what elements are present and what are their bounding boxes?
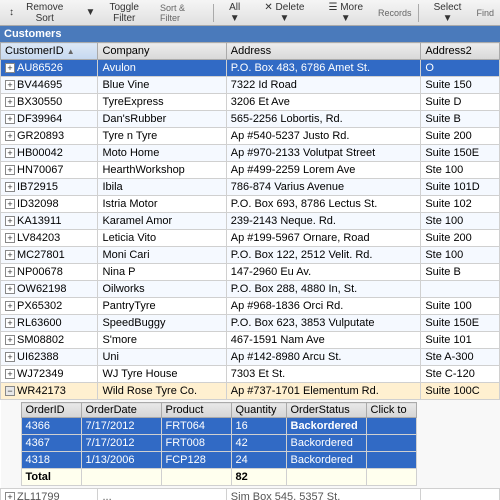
col-header-address2[interactable]: Address2 [421,43,500,60]
select-button[interactable]: Select ▼ [423,2,473,24]
total-quantity: 82 [231,469,286,486]
sub-cell-clickto [366,418,416,435]
expand-button[interactable]: + [5,492,15,500]
expand-button[interactable]: + [5,114,15,124]
col-header-quantity[interactable]: Quantity [231,403,286,418]
remove-sort-button[interactable]: ↕ Remove Sort [4,2,79,24]
table-row[interactable]: + GR20893 Tyre n Tyre Ap #540-5237 Justo… [1,128,500,145]
table-row[interactable]: + BV44695 Blue Vine 7322 Id Road Suite 1… [1,77,500,94]
table-row[interactable]: + NP00678 Nina P 147-2960 Eu Av. Suite B [1,264,500,281]
expand-button[interactable]: + [5,216,15,226]
expand-button[interactable]: + [5,335,15,345]
table-row-partial[interactable]: + ZL11799 ... Sim Box 545, 5357 St. [1,489,500,500]
all-button[interactable]: All ▼ [218,2,251,24]
subtable-header: OrderID OrderDate Product [21,403,416,418]
subtable-total-row: Total 82 [21,469,416,486]
expand-button[interactable]: + [5,267,15,277]
remove-sort-icon: ↕ [9,7,14,18]
expand-button[interactable]: + [5,63,15,73]
col-header-company[interactable]: Company [98,43,226,60]
records-label: Records [376,8,414,18]
col-header-orderid[interactable]: OrderID [21,403,81,418]
table-row[interactable]: + DF39964 Dan'sRubber 565-2256 Lobortis,… [1,111,500,128]
expand-button[interactable]: + [5,250,15,260]
sub-cell-product: FRT064 [161,418,231,435]
table-row[interactable]: + UI62388 Uni Ap #142-8980 Arcu St. Ste … [1,349,500,366]
orders-subtable: OrderID OrderDate Product [21,402,417,486]
expand-button[interactable]: + [5,301,15,311]
table-row[interactable]: + KA13911 Karamel Amor 239-2143 Neque. R… [1,213,500,230]
delete-button[interactable]: ✕ Delete ▼ [253,2,315,24]
col-header-product[interactable]: Product [161,403,231,418]
expand-button[interactable]: + [5,131,15,141]
toolbar: ↕ Remove Sort ▼ Toggle Filter Sort & Fil… [0,0,500,26]
table-title: Customers [4,28,61,40]
col-header-orderstatus[interactable]: OrderStatus [286,403,366,418]
table-row[interactable]: + OW62198 Oilworks P.O. Box 288, 4880 In… [1,281,500,298]
sub-cell-orderdate: 7/17/2012 [81,418,161,435]
expand-button[interactable]: + [5,80,15,90]
subtable-row[interactable]: 4367 7/17/2012 FRT008 42 Backordered [21,435,416,452]
sub-cell-quantity: 16 [231,418,286,435]
subtable-wrapper: OrderID OrderDate Product [1,400,500,488]
main-area: Customers CustomerID ▲ Company Address [0,26,500,500]
sort-arrow: ▲ [67,47,75,56]
col-header-address[interactable]: Address [226,43,421,60]
expand-button[interactable]: + [5,165,15,175]
table-row[interactable]: + PX65302 PantryTyre Ap #968-1836 Orci R… [1,298,500,315]
sub-cell-status: Backordered [286,418,366,435]
expand-button[interactable]: + [5,148,15,158]
table-row[interactable]: + BX30550 TyreExpress 3206 Et Ave Suite … [1,94,500,111]
expand-button[interactable]: + [5,284,15,294]
table-row[interactable]: + RL63600 SpeedBuggy P.O. Box 623, 3853 … [1,315,500,332]
subtable-row[interactable]: 4318 1/13/2006 FCP128 24 Backordered [21,452,416,469]
table-row[interactable]: + SM08802 S'more 467-1591 Nam Ave Suite … [1,332,500,349]
cell-customerid: + BV44695 [1,77,98,94]
col-header-clickto[interactable]: Click to [366,403,416,418]
table-row[interactable]: + IB72915 Ibila 786-874 Varius Avenue Su… [1,179,500,196]
col-header-customerid[interactable]: CustomerID ▲ [1,43,98,60]
table-row[interactable]: + HN70067 HearthWorkshop Ap #499-2259 Lo… [1,162,500,179]
expand-button[interactable]: + [5,182,15,192]
expand-button[interactable]: + [5,199,15,209]
cell-address: P.O. Box 483, 6786 Amet St. [226,60,421,77]
col-header-orderdate[interactable]: OrderDate [81,403,161,418]
toggle-filter-icon: ▼ [86,7,96,18]
subtable-row: OrderID OrderDate Product [1,400,500,489]
expand-button[interactable]: + [5,352,15,362]
collapse-button[interactable]: − [5,386,15,396]
sort-filter-label: Sort & Filter [158,3,209,23]
table-row[interactable]: + ID32098 Istria Motor P.O. Box 693, 878… [1,196,500,213]
table-body: + AU86526 Avulon P.O. Box 483, 6786 Amet… [1,60,500,500]
sub-cell-orderid: 4366 [21,418,81,435]
toggle-filter-button[interactable]: ▼ Toggle Filter [81,2,157,24]
expand-button[interactable]: + [5,97,15,107]
expand-button[interactable]: + [5,318,15,328]
customers-table: CustomerID ▲ Company Address Address2 [0,42,500,500]
table-header: CustomerID ▲ Company Address Address2 [1,43,500,60]
table-row[interactable]: + AU86526 Avulon P.O. Box 483, 6786 Amet… [1,60,500,77]
separator-1 [213,4,214,22]
total-label: Total [21,469,81,486]
more-button[interactable]: ☰ More ▼ [317,2,374,24]
cell-customerid: + BX30550 [1,94,98,111]
cell-address2: O [421,60,500,77]
subtable-row[interactable]: 4366 7/17/2012 FRT064 16 Backordered [21,418,416,435]
table-row[interactable]: + LV84203 Leticia Vito Ap #199-5967 Orna… [1,230,500,247]
find-label: Find [474,8,496,18]
table-row[interactable]: + HB00042 Moto Home Ap #970-2133 Volutpa… [1,145,500,162]
subtable-body: 4366 7/17/2012 FRT064 16 Backordered [21,418,416,486]
table-row-expanded[interactable]: − WR42173 Wild Rose Tyre Co. Ap #737-170… [1,383,500,400]
separator-2 [418,4,419,22]
expand-button[interactable]: + [5,233,15,243]
cell-customerid: + AU86526 [1,60,98,77]
cell-company: Avulon [98,60,226,77]
table-wrapper[interactable]: Customers CustomerID ▲ Company Address [0,26,500,500]
table-title-bar: Customers [0,26,500,42]
table-row[interactable]: + MC27801 Moni Cari P.O. Box 122, 2512 V… [1,247,500,264]
expand-button[interactable]: + [5,369,15,379]
table-row[interactable]: + WJ72349 WJ Tyre House 7303 Et St. Ste … [1,366,500,383]
